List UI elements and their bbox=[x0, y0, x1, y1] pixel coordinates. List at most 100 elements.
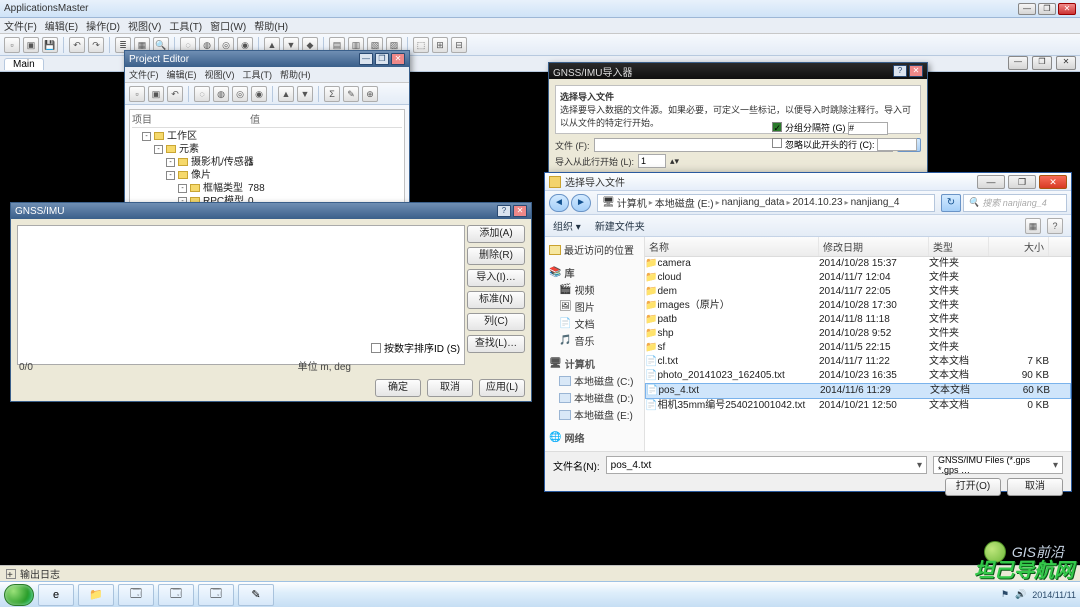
pe-tb-1-icon[interactable]: ▫ bbox=[129, 86, 145, 102]
app-min-button[interactable]: — bbox=[1018, 3, 1036, 15]
pe-tb-9-icon[interactable]: ▼ bbox=[297, 86, 313, 102]
menu-tools[interactable]: 工具(T) bbox=[169, 18, 202, 33]
task-ie[interactable]: e bbox=[38, 584, 74, 606]
file-row[interactable]: 📄photo_20141023_162405.txt2014/10/23 16:… bbox=[645, 369, 1071, 383]
tb-m-icon[interactable]: ⊞ bbox=[432, 37, 448, 53]
file-row[interactable]: 📁dem2014/11/7 22:05文件夹 bbox=[645, 285, 1071, 299]
file-row[interactable]: 📁shp2014/10/28 9:52文件夹 bbox=[645, 327, 1071, 341]
pe-tb-8-icon[interactable]: ▲ bbox=[278, 86, 294, 102]
gnss-col-button[interactable]: 列(C) bbox=[467, 313, 525, 331]
tree-row[interactable]: -工作区 bbox=[132, 130, 402, 143]
menu-view[interactable]: 视图(V) bbox=[128, 18, 161, 33]
pe-tb-10-icon[interactable]: Σ bbox=[324, 86, 340, 102]
pe-close-button[interactable]: ✕ bbox=[391, 53, 405, 65]
project-editor-titlebar[interactable]: Project Editor — ❐ ✕ bbox=[125, 51, 409, 67]
pe-tb-5-icon[interactable]: ◍ bbox=[213, 86, 229, 102]
gnss-titlebar[interactable]: GNSS/IMU ? ✕ bbox=[11, 203, 531, 219]
pe-tb-7-icon[interactable]: ◉ bbox=[251, 86, 267, 102]
picker-organize-menu[interactable]: 组织 ▾ bbox=[553, 218, 581, 233]
tree-row[interactable]: -像片 bbox=[132, 169, 402, 182]
system-tray[interactable]: ⚑ 🔊 2014/11/11 bbox=[1001, 589, 1076, 600]
tree-row[interactable]: -框幅类型788 bbox=[132, 182, 402, 195]
mdi-max-button[interactable]: ❐ bbox=[1032, 56, 1052, 70]
picker-open-button[interactable]: 打开(O) bbox=[945, 478, 1001, 496]
tb-redo-icon[interactable]: ↷ bbox=[88, 37, 104, 53]
status-expand-icon[interactable]: + bbox=[6, 569, 16, 579]
wizard-help-button[interactable]: ? bbox=[893, 65, 907, 77]
tray-net-icon[interactable]: 🔊 bbox=[1015, 589, 1026, 600]
file-row[interactable]: 📄cl.txt2014/11/7 11:22文本文档7 KB bbox=[645, 355, 1071, 369]
picker-columns[interactable]: 名称 修改日期 类型 大小 bbox=[645, 237, 1071, 257]
pe-tb-2-icon[interactable]: ▣ bbox=[148, 86, 164, 102]
file-row[interactable]: 📁sf2014/11/5 22:15文件夹 bbox=[645, 341, 1071, 355]
picker-filter-combo[interactable]: GNSS/IMU Files (*.gps *.gps …▾ bbox=[933, 456, 1063, 474]
wizard-close-button[interactable]: ✕ bbox=[909, 65, 923, 77]
picker-file-list[interactable]: 名称 修改日期 类型 大小 📁camera2014/10/28 15:37文件夹… bbox=[645, 237, 1071, 451]
pe-tb-4-icon[interactable]: ◌ bbox=[194, 86, 210, 102]
tb-n-icon[interactable]: ⊟ bbox=[451, 37, 467, 53]
picker-max-button[interactable]: ❐ bbox=[1008, 175, 1036, 189]
mdi-close-button[interactable]: ✕ bbox=[1056, 56, 1076, 70]
picker-help-icon[interactable]: ? bbox=[1047, 218, 1063, 234]
pe-tb-3-icon[interactable]: ↶ bbox=[167, 86, 183, 102]
breadcrumb[interactable]: 🖥计算机▸ 本地磁盘 (E:)▸ nanjiang_data▸ 2014.10.… bbox=[597, 194, 935, 212]
menu-edit[interactable]: 编辑(E) bbox=[45, 18, 78, 33]
wizard-ignore-check[interactable]: 忽略以此开头的行 (C): bbox=[772, 138, 917, 152]
gnss-remove-button[interactable]: 删除(R) bbox=[467, 247, 525, 265]
tb-undo-icon[interactable]: ↶ bbox=[69, 37, 85, 53]
gnss-ok-button[interactable]: 确定 bbox=[375, 379, 421, 397]
file-row[interactable]: 📁camera2014/10/28 15:37文件夹 bbox=[645, 257, 1071, 271]
menu-action[interactable]: 操作(D) bbox=[86, 18, 120, 33]
file-row[interactable]: 📄相机35mm编号254021001042.txt2014/10/21 12:5… bbox=[645, 399, 1071, 413]
picker-sidebar[interactable]: 最近访问的位置 📚库 🎬视频 🖼图片 📄文档 🎵音乐 🖥计算机 本地磁盘 (C:… bbox=[545, 237, 645, 451]
task-app4[interactable]: ✎ bbox=[238, 584, 274, 606]
pe-tb-11-icon[interactable]: ✎ bbox=[343, 86, 359, 102]
picker-min-button[interactable]: — bbox=[977, 175, 1005, 189]
gnss-apply-button[interactable]: 应用(L) bbox=[479, 379, 525, 397]
picker-search-input[interactable]: 🔍搜索 nanjiang_4 bbox=[963, 194, 1067, 212]
wizard-titlebar[interactable]: GNSS/IMU导入器 ? ✕ bbox=[549, 63, 927, 79]
file-row[interactable]: 📁images（原片）2014/10/28 17:30文件夹 bbox=[645, 299, 1071, 313]
tray-date[interactable]: 2014/11/11 bbox=[1032, 590, 1076, 600]
wizard-ignore-input[interactable] bbox=[877, 138, 917, 151]
nav-back-button[interactable]: ◄ bbox=[549, 194, 569, 212]
menu-window[interactable]: 窗口(W) bbox=[210, 18, 246, 33]
task-app2[interactable]: 🗔 bbox=[158, 584, 194, 606]
mdi-min-button[interactable]: — bbox=[1008, 56, 1028, 70]
task-app3[interactable]: 🗔 bbox=[198, 584, 234, 606]
pe-tb-12-icon[interactable]: ⊕ bbox=[362, 86, 378, 102]
file-row[interactable]: 📄pos_4.txt2014/11/6 11:29文本文档60 KB bbox=[645, 383, 1071, 399]
menu-file[interactable]: 文件(F) bbox=[4, 18, 37, 33]
pe-tb-6-icon[interactable]: ◎ bbox=[232, 86, 248, 102]
picker-newfolder-button[interactable]: 新建文件夹 bbox=[595, 218, 645, 233]
task-app1[interactable]: 🗔 bbox=[118, 584, 154, 606]
tray-flag-icon[interactable]: ⚑ bbox=[1001, 589, 1009, 600]
gnss-import-button[interactable]: 导入(I)… bbox=[467, 269, 525, 287]
nav-refresh-button[interactable]: ↻ bbox=[941, 194, 961, 212]
tree-row[interactable]: -摄影机/传感器1 bbox=[132, 156, 402, 169]
pe-menu-view[interactable]: 视图(V) bbox=[205, 68, 235, 81]
pe-menu-help[interactable]: 帮助(H) bbox=[280, 68, 311, 81]
picker-close-button[interactable]: ✕ bbox=[1039, 175, 1067, 189]
wizard-group-check[interactable]: ✓ 分组分隔符 (G) bbox=[772, 121, 917, 135]
picker-cancel-button[interactable]: 取消 bbox=[1007, 478, 1063, 496]
start-button[interactable] bbox=[4, 584, 34, 606]
nav-fwd-button[interactable]: ► bbox=[571, 194, 591, 212]
pe-menu-tools[interactable]: 工具(T) bbox=[243, 68, 273, 81]
wizard-group-input[interactable] bbox=[848, 122, 888, 135]
tb-save-icon[interactable]: 💾 bbox=[42, 37, 58, 53]
tb-open-icon[interactable]: ▣ bbox=[23, 37, 39, 53]
tree-row[interactable]: -元素 bbox=[132, 143, 402, 156]
wizard-row-input[interactable] bbox=[638, 154, 666, 168]
gnss-sort-check[interactable]: 按数字排序ID (S) bbox=[371, 340, 460, 355]
pe-menu-file[interactable]: 文件(F) bbox=[129, 68, 159, 81]
pe-min-button[interactable]: — bbox=[359, 53, 373, 65]
task-explorer[interactable]: 📁 bbox=[78, 584, 114, 606]
pe-max-button[interactable]: ❐ bbox=[375, 53, 389, 65]
gnss-help-button[interactable]: ? bbox=[497, 205, 511, 217]
tab-main[interactable]: Main bbox=[4, 58, 44, 70]
picker-filename-input[interactable]: pos_4.txt▾ bbox=[606, 456, 927, 474]
taskbar[interactable]: e 📁 🗔 🗔 🗔 ✎ ⚑ 🔊 2014/11/11 bbox=[0, 581, 1080, 607]
app-close-button[interactable]: ✕ bbox=[1058, 3, 1076, 15]
gnss-add-button[interactable]: 添加(A) bbox=[467, 225, 525, 243]
